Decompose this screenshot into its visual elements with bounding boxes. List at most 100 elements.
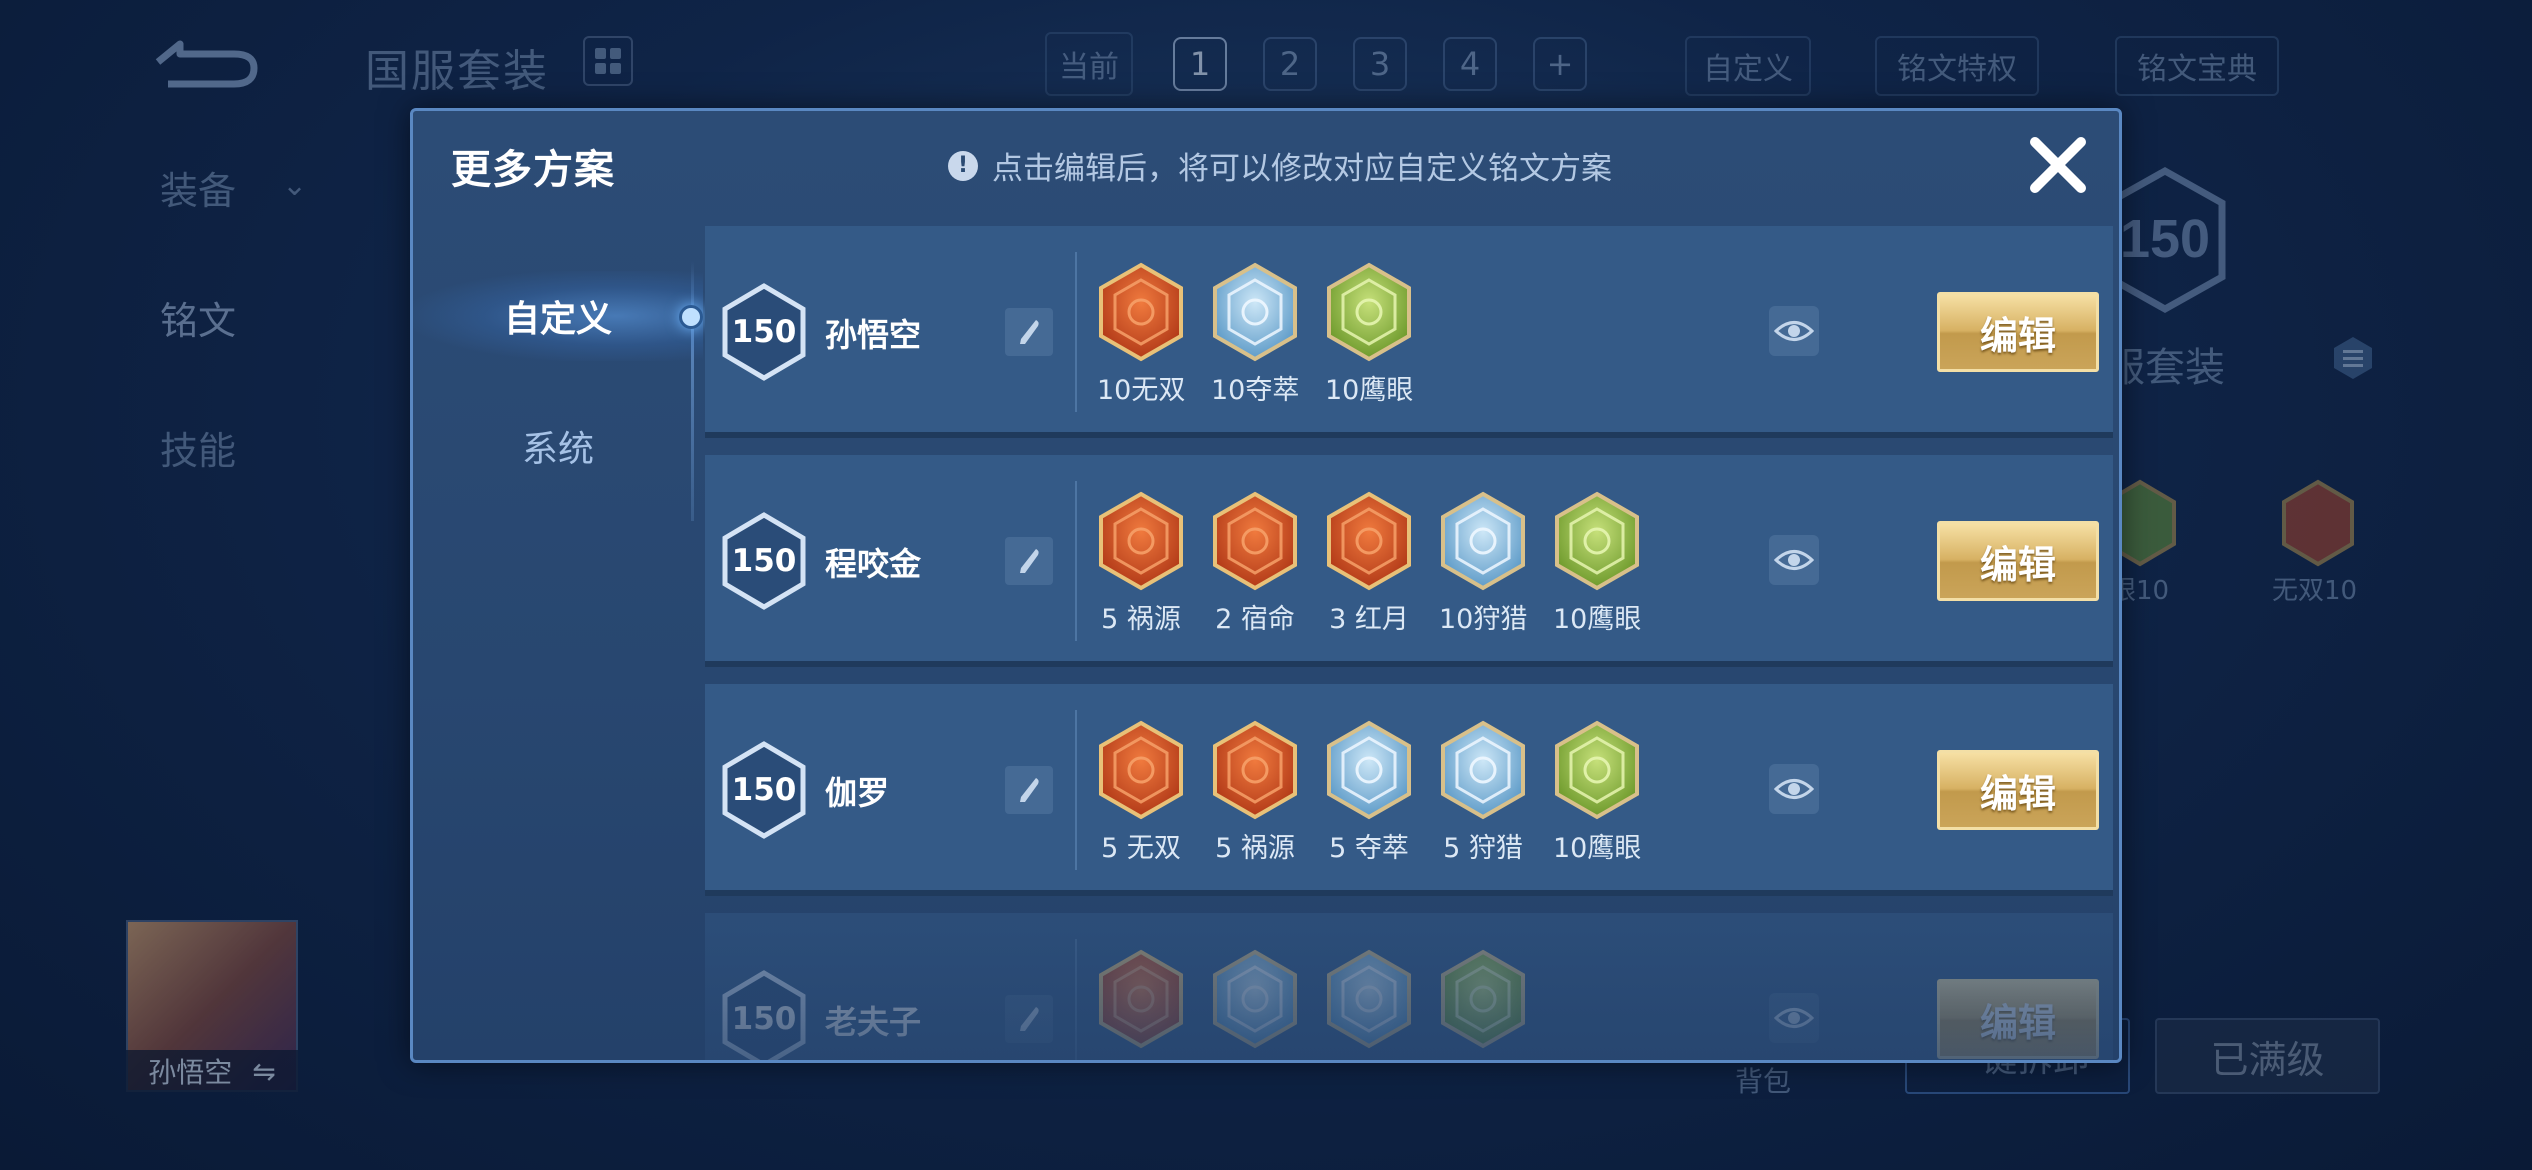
nav-skills[interactable]: 技能	[160, 420, 236, 475]
chevron-down-icon: ⌄	[282, 168, 308, 203]
eye-icon	[1774, 1008, 1814, 1028]
rune-item	[1211, 949, 1299, 1055]
rune-item: 10鹰眼	[1553, 491, 1641, 636]
scheme-name: 孙悟空	[825, 316, 922, 354]
rune-label: 10无双	[1097, 375, 1186, 406]
edit-button[interactable]: 编辑	[1937, 750, 2099, 830]
row-divider	[1075, 481, 1077, 641]
tab-custom[interactable]: 自定义	[413, 271, 703, 361]
back-arrow-icon[interactable]	[150, 28, 260, 92]
right-item-label-2: 无双10	[2272, 576, 2358, 606]
rune-item: 3 红月	[1325, 491, 1413, 636]
rune-red-icon	[1327, 491, 1411, 591]
rune-item: 5 无双	[1097, 720, 1185, 865]
scheme-level: 150	[731, 314, 797, 350]
rune-blue-icon	[1441, 720, 1525, 820]
rename-button[interactable]	[1005, 537, 1053, 585]
rename-button[interactable]	[1005, 995, 1053, 1043]
rune-item: 5 狩猎	[1439, 720, 1527, 865]
rune-red-icon	[1213, 491, 1297, 591]
rune-label: 5 无双	[1101, 833, 1181, 864]
pen-icon	[1020, 778, 1039, 802]
custom-button[interactable]: 自定义	[1685, 36, 1811, 96]
rune-label: 10夺萃	[1211, 375, 1300, 406]
rune-label: 10鹰眼	[1553, 833, 1642, 864]
edit-button[interactable]: 编辑	[1937, 521, 2099, 601]
more-schemes-modal: 更多方案 ! 点击编辑后，将可以修改对应自定义铭文方案 自定义 系统 150 孙…	[410, 108, 2122, 1063]
scheme-row: 150 老夫子 编辑	[705, 913, 2113, 1060]
rune-label: 2 宿命	[1215, 604, 1295, 635]
scheme-name: 伽罗	[825, 774, 890, 812]
nav-equipment[interactable]: 装备	[160, 160, 236, 215]
preview-button[interactable]	[1769, 306, 1819, 356]
rune-item	[1097, 949, 1185, 1055]
preview-button[interactable]	[1769, 764, 1819, 814]
rune-list: 10无双 10夺萃 10鹰眼	[1097, 262, 1413, 407]
scheme-level: 150	[731, 1001, 797, 1037]
rune-item	[1325, 949, 1413, 1055]
rename-button[interactable]	[1005, 308, 1053, 356]
row-divider	[1075, 710, 1077, 870]
rune-item: 10鹰眼	[1325, 262, 1413, 407]
hero-name-bar[interactable]: 孙悟空 ⇋	[126, 1050, 298, 1092]
add-page-button[interactable]: +	[1533, 37, 1587, 91]
tab-system[interactable]: 系统	[413, 401, 703, 491]
eye-icon	[1774, 550, 1814, 570]
preview-button[interactable]	[1769, 993, 1819, 1043]
rune-item: 10鹰眼	[1553, 720, 1641, 865]
edit-button[interactable]: 编辑	[1937, 979, 2099, 1059]
page-3-button[interactable]: 3	[1353, 37, 1407, 91]
rune-blue-icon	[1213, 949, 1297, 1049]
rune-green-icon	[1555, 720, 1639, 820]
rune-codex-button[interactable]: 铭文宝典	[2115, 36, 2279, 96]
rune-red-icon	[1099, 949, 1183, 1049]
suit-title: 国服套装	[365, 46, 549, 97]
rune-label: 5 祸源	[1101, 604, 1181, 635]
rune-label: 5 祸源	[1215, 833, 1295, 864]
rune-item: 5 夺萃	[1325, 720, 1413, 865]
page-2-button[interactable]: 2	[1263, 37, 1317, 91]
page-4-button[interactable]: 4	[1443, 37, 1497, 91]
swap-icon: ⇋	[252, 1054, 276, 1088]
rune-list	[1097, 949, 1527, 1055]
scheme-list[interactable]: 150 孙悟空 10无双 10夺萃 10鹰眼 编辑 150 程咬金 5 祸源 2…	[705, 226, 2119, 1060]
max-level-button[interactable]: 已满级	[2155, 1018, 2380, 1094]
pen-icon	[1020, 549, 1039, 573]
tab-custom-label: 自定义	[503, 299, 612, 340]
rune-green-icon	[1441, 949, 1525, 1049]
edit-button[interactable]: 编辑	[1937, 292, 2099, 372]
rune-item	[1439, 949, 1527, 1055]
page-1-button[interactable]: 1	[1173, 37, 1227, 91]
rune-blue-icon	[1213, 262, 1297, 362]
rune-red-icon	[1213, 720, 1297, 820]
current-label: 当前	[1045, 32, 1133, 96]
scheme-row: 150 孙悟空 10无双 10夺萃 10鹰眼 编辑	[705, 226, 2113, 438]
scheme-level: 150	[731, 543, 797, 579]
rune-red-icon	[1099, 491, 1183, 591]
row-divider	[1075, 939, 1077, 1060]
scheme-row: 150 程咬金 5 祸源 2 宿命 3 红月 10狩猎 10鹰眼 编辑	[705, 455, 2113, 667]
nav-runes[interactable]: 铭文	[160, 290, 236, 345]
rune-blue-icon	[1327, 720, 1411, 820]
right-suit-title: 服套装	[2105, 345, 2225, 391]
rune-privilege-button[interactable]: 铭文特权	[1875, 36, 2039, 96]
rune-red-icon	[2282, 479, 2354, 567]
rune-item: 2 宿命	[1211, 491, 1299, 636]
close-button[interactable]	[2018, 125, 2098, 205]
modal-title: 更多方案	[451, 147, 615, 193]
modal-hint: ! 点击编辑后，将可以修改对应自定义铭文方案	[948, 143, 1612, 188]
rune-item: 10无双	[1097, 262, 1185, 407]
page-selector: 当前 1 2 3 4 +	[1045, 32, 1623, 96]
eye-icon	[1774, 321, 1814, 341]
preview-button[interactable]	[1769, 535, 1819, 585]
rune-item: 5 祸源	[1097, 491, 1185, 636]
scheme-row: 150 伽罗 5 无双 5 祸源 5 夺萃 5 狩猎 10鹰眼 编辑	[705, 684, 2113, 896]
rune-green-icon	[1555, 491, 1639, 591]
pen-icon	[1020, 320, 1039, 344]
grid-icon[interactable]	[583, 36, 633, 86]
backpack-label[interactable]: 背包	[1735, 1060, 1791, 1100]
list-icon[interactable]	[2330, 335, 2376, 381]
pen-icon	[1020, 1007, 1039, 1031]
rune-label: 10狩猎	[1439, 604, 1528, 635]
rename-button[interactable]	[1005, 766, 1053, 814]
